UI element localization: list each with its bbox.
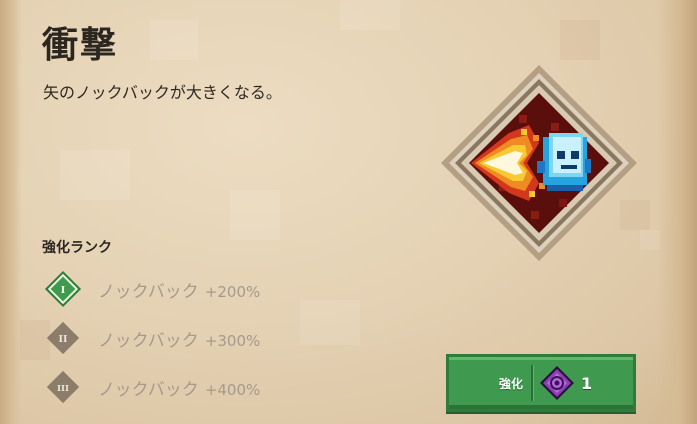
enchantment-point-icon xyxy=(540,366,575,400)
rank-1-numeral: I xyxy=(61,285,66,296)
rank-row-1[interactable]: I ノックバック +200% xyxy=(44,270,308,308)
rank-3-name: ノックバック xyxy=(98,379,199,400)
rank-3-value: +400% xyxy=(204,380,261,399)
rank-1-name: ノックバック xyxy=(98,281,199,302)
rank-3-text: ノックバック +400% xyxy=(98,375,260,400)
rank-2-text: ノックバック +300% xyxy=(98,326,260,351)
rank-row-3[interactable]: III ノックバック +400% xyxy=(46,370,308,404)
rank-2-name: ノックバック xyxy=(98,330,199,351)
rank-3-numeral: III xyxy=(57,384,69,394)
rank-2-value: +300% xyxy=(204,331,261,350)
rank-2-badge-icon: II xyxy=(46,321,80,355)
rank-3-badge-icon: III xyxy=(46,370,80,404)
rank-1-value: +200% xyxy=(204,282,261,301)
punch-enchantment-icon xyxy=(439,63,639,263)
parchment-left-edge xyxy=(0,0,22,424)
enchant-button-label: 強化 xyxy=(499,376,524,391)
rank-1-badge-icon: I xyxy=(44,270,82,308)
enchantment-description: 矢のノックバックが大きくなる。 xyxy=(43,83,282,102)
enchant-cost: 1 xyxy=(581,373,593,393)
rank-section-label: 強化ランク xyxy=(42,240,112,256)
enchantment-title: 衝撃 xyxy=(42,25,119,66)
rank-2-numeral: II xyxy=(59,334,68,345)
enchant-button-divider xyxy=(531,365,534,401)
enchant-button[interactable]: 強化 1 xyxy=(446,354,636,412)
rank-row-2[interactable]: II ノックバック +300% xyxy=(46,321,308,355)
rank-1-text: ノックバック +200% xyxy=(98,277,260,302)
parchment-right-edge xyxy=(657,0,697,424)
